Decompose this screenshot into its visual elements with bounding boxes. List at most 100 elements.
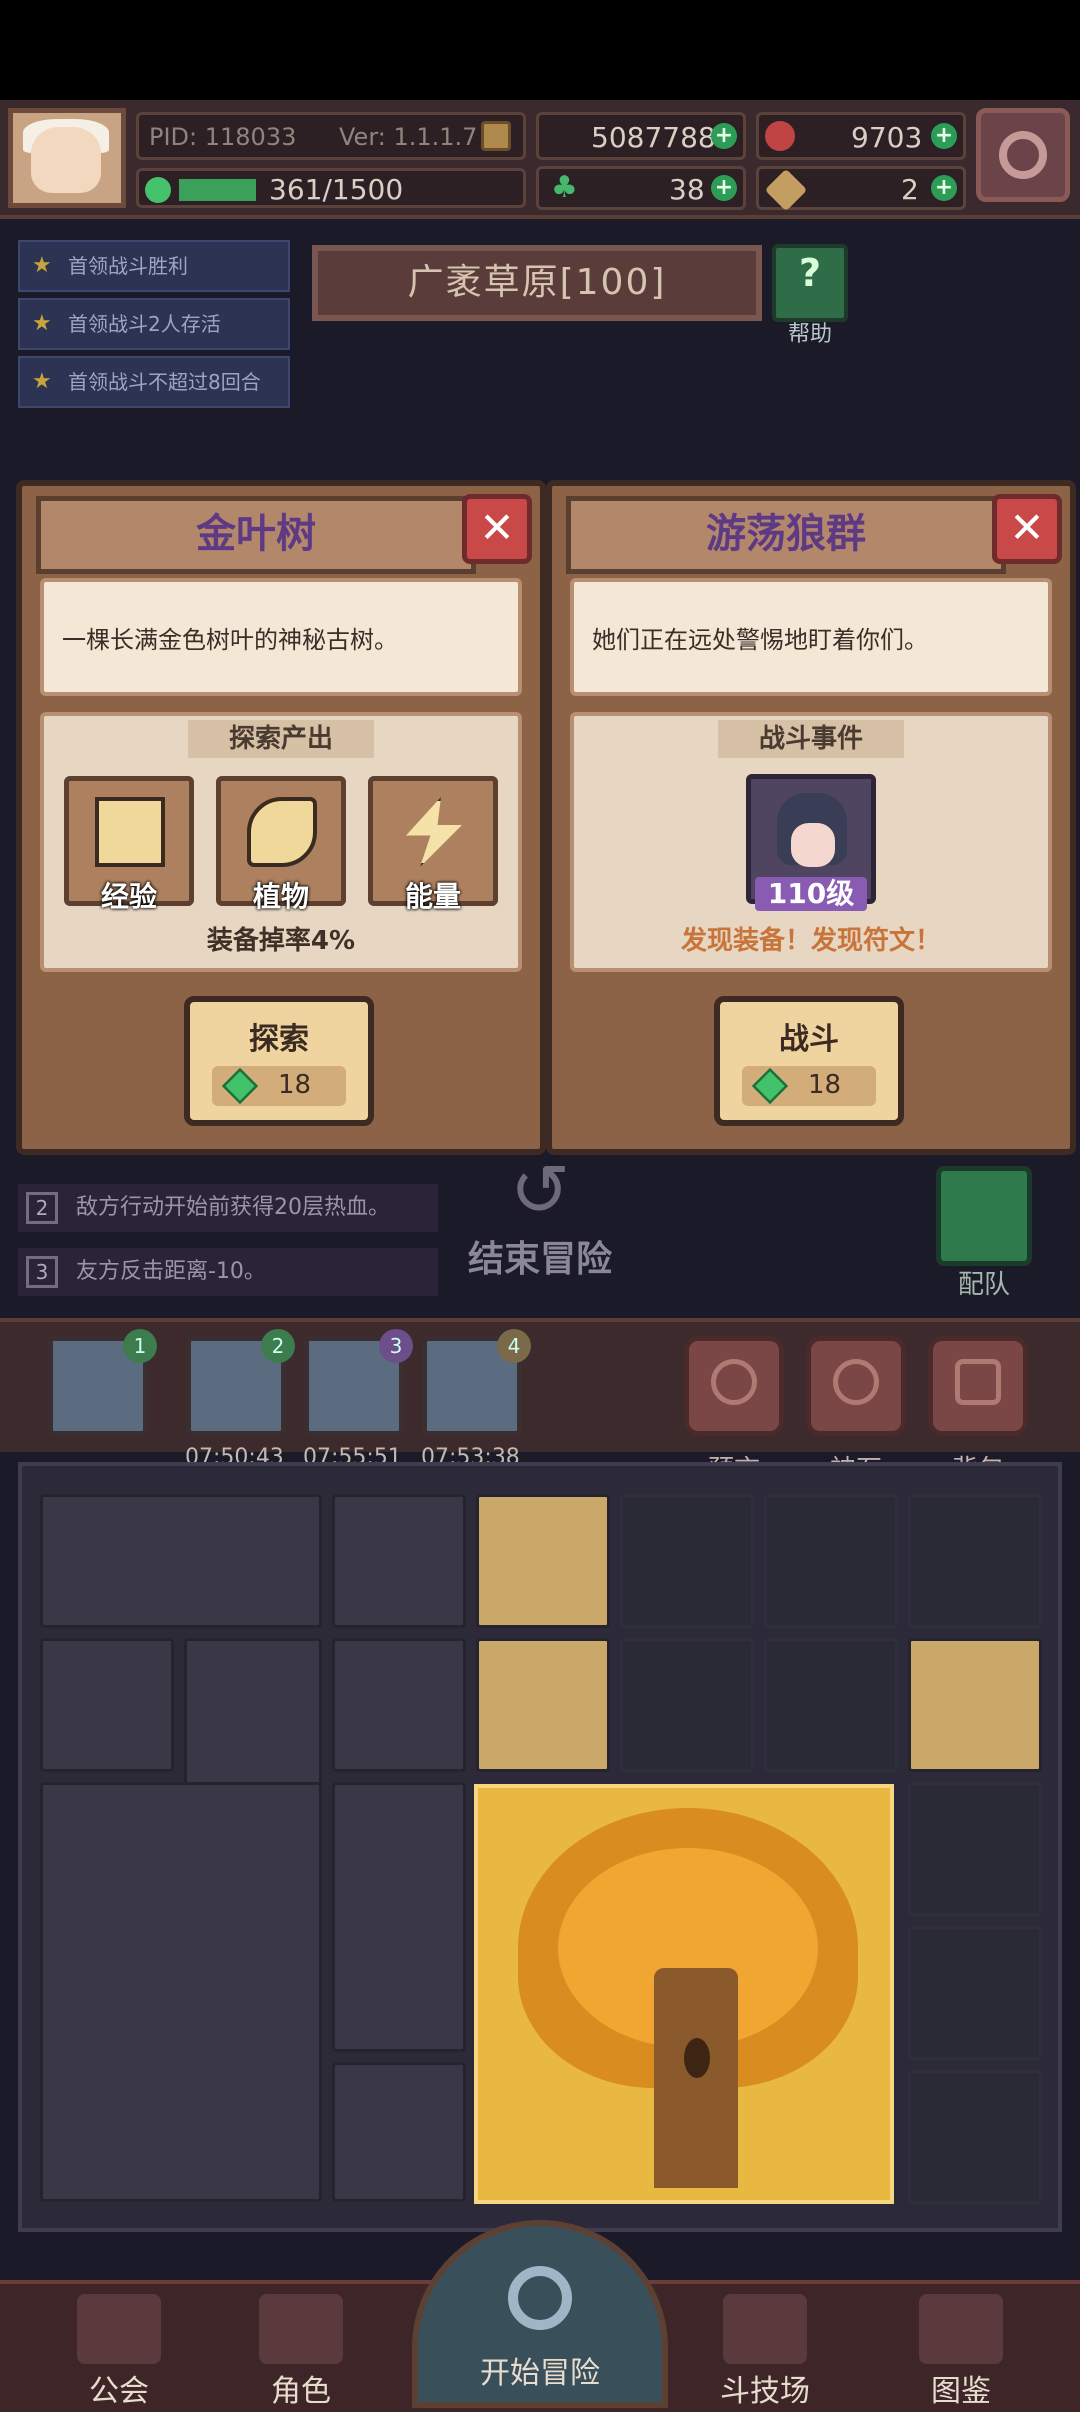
nav-arena[interactable]: 斗技场 <box>690 2280 840 2409</box>
id-version-pill: PID: 118033 Ver: 1.1.1.7 <box>136 112 526 160</box>
add-gold-icon[interactable]: + <box>711 123 737 149</box>
adventure-slot[interactable]: 2 07:50:43 <box>185 1329 295 1470</box>
card-description: 一棵长满金色树叶的神秘古树。 <box>40 578 522 696</box>
book-icon <box>919 2294 1003 2364</box>
map-cell[interactable] <box>620 1638 754 1772</box>
star-icon: ★ <box>32 311 52 336</box>
add-key-icon[interactable]: + <box>931 175 957 201</box>
clover-pill: ♣ 38 + <box>536 166 746 210</box>
map-cell[interactable] <box>908 1782 1042 1916</box>
cost-pill: 18 <box>212 1066 346 1106</box>
end-adventure-button[interactable]: ↺ 结束冒险 <box>460 1150 620 1280</box>
map-cell[interactable] <box>908 1494 1042 1628</box>
add-clover-icon[interactable]: + <box>711 175 737 201</box>
clover-value: 38 <box>669 173 705 206</box>
slot-badge: 4 <box>497 1329 531 1363</box>
nav-start-label: 开始冒险 <box>480 2356 600 2391</box>
output-label: 植物 <box>252 880 309 913</box>
bottom-hud <box>0 1318 1080 1452</box>
gear-icon <box>999 131 1047 179</box>
section-title: 探索产出 <box>188 720 374 758</box>
lightning-icon <box>406 797 462 867</box>
question-icon: ? <box>798 251 822 295</box>
battle-button[interactable]: 战斗 18 <box>714 996 904 1126</box>
map-cell[interactable] <box>40 1782 322 2202</box>
map-cell[interactable] <box>476 1494 610 1628</box>
map-cell[interactable] <box>764 1494 898 1628</box>
nav-character[interactable]: 角色 <box>226 2280 376 2409</box>
star-icon: ★ <box>32 253 52 278</box>
team-button[interactable]: 配队 <box>936 1166 1032 1300</box>
close-button[interactable]: ✕ <box>992 494 1062 564</box>
map-cell[interactable] <box>332 1494 466 1628</box>
adventure-slot[interactable]: 1 <box>48 1329 157 1436</box>
cost-value: 18 <box>808 1070 842 1100</box>
battle-label: 战斗 <box>779 1022 839 1057</box>
slot-badge: 3 <box>379 1329 413 1363</box>
map-cell[interactable] <box>620 1494 754 1628</box>
return-arrow-icon: ↺ <box>509 1148 571 1232</box>
backpack-icon <box>955 1359 1001 1405</box>
quest-item: ★ 首领战斗不超过8回合 <box>18 356 290 408</box>
nav-guild[interactable]: 公会 <box>44 2280 194 2409</box>
version-text: Ver: 1.1.1.7 <box>339 123 478 151</box>
map-cell[interactable] <box>40 1638 174 1772</box>
nav-start-adventure[interactable]: 开始冒险 <box>412 2220 668 2408</box>
settings-button[interactable] <box>976 108 1070 202</box>
quest-item: ★ 首领战斗胜利 <box>18 240 290 292</box>
map-cell[interactable] <box>764 1638 898 1772</box>
explore-output-section: 探索产出 经验 植物 能量 装备掉率4% <box>40 712 522 972</box>
map-cell[interactable] <box>908 1638 1042 1772</box>
hero-cell[interactable] <box>476 1638 610 1772</box>
tree-hollow <box>684 2038 710 2078</box>
quest-label: 首领战斗2人存活 <box>68 312 221 336</box>
map-cell[interactable] <box>40 1494 322 1628</box>
map-cell[interactable] <box>908 2070 1042 2204</box>
map-cell[interactable] <box>332 1638 466 1772</box>
card-description: 她们正在远处警惕地盯着你们。 <box>570 578 1052 696</box>
energy-bar: 361/1500 <box>136 168 526 208</box>
gold-value: 5087788 <box>591 121 716 154</box>
output-tile-energy[interactable]: 能量 <box>368 776 498 913</box>
guild-icon <box>77 2294 161 2364</box>
add-red-gem-icon[interactable]: + <box>931 123 957 149</box>
cost-value: 18 <box>278 1070 312 1100</box>
player-avatar[interactable] <box>8 108 126 208</box>
map-cell[interactable] <box>332 2062 466 2202</box>
adventure-slot[interactable]: 3 07:55:51 <box>303 1329 413 1470</box>
output-tile-exp[interactable]: 经验 <box>64 776 194 913</box>
crossed-swords-icon <box>723 2294 807 2364</box>
explore-button[interactable]: 探索 18 <box>184 996 374 1126</box>
adventure-slot[interactable]: 4 07:53:38 <box>421 1329 531 1470</box>
map-cell[interactable] <box>332 1782 466 2052</box>
enemy-face <box>791 823 835 867</box>
star-icon: ★ <box>32 369 52 394</box>
close-button[interactable]: ✕ <box>462 494 532 564</box>
output-label: 经验 <box>100 880 157 913</box>
explore-label: 探索 <box>249 1022 309 1057</box>
output-tile-plant[interactable]: 植物 <box>216 776 346 913</box>
prophecy-button[interactable]: 预言 <box>684 1336 784 1485</box>
section-title: 战斗事件 <box>718 720 904 758</box>
rule-number: 3 <box>26 1256 58 1288</box>
rule-text: 敌方行动开始前获得20层热血。 <box>76 1195 390 1220</box>
key-value: 2 <box>901 173 919 206</box>
slot-badge: 2 <box>261 1329 295 1363</box>
golden-tree-cell[interactable] <box>474 1784 894 2204</box>
team-label: 配队 <box>957 1270 1010 1300</box>
character-icon <box>259 2294 343 2364</box>
god-stone-button[interactable]: 神石 <box>806 1336 906 1485</box>
map-cell[interactable] <box>908 1926 1042 2060</box>
energy-icon <box>145 177 171 203</box>
tree-trunk <box>654 1968 738 2188</box>
reward-text: 发现装备！发现符文！ <box>680 926 941 956</box>
green-gem-icon <box>751 1067 789 1105</box>
card-title: 游荡狼群 <box>566 496 1006 574</box>
help-button[interactable]: ? 帮助 <box>772 244 848 347</box>
enemy-portrait[interactable]: 110级 <box>746 774 876 911</box>
up-arrow-icon <box>95 797 165 867</box>
backpack-button[interactable]: 背包 <box>928 1336 1028 1485</box>
battle-event-section: 战斗事件 110级 发现装备！发现符文！ <box>570 712 1052 972</box>
event-card-wolves: 游荡狼群 ✕ 她们正在远处警惕地盯着你们。 战斗事件 110级 发现装备！发现符… <box>546 480 1076 1155</box>
nav-codex[interactable]: 图鉴 <box>886 2280 1036 2409</box>
